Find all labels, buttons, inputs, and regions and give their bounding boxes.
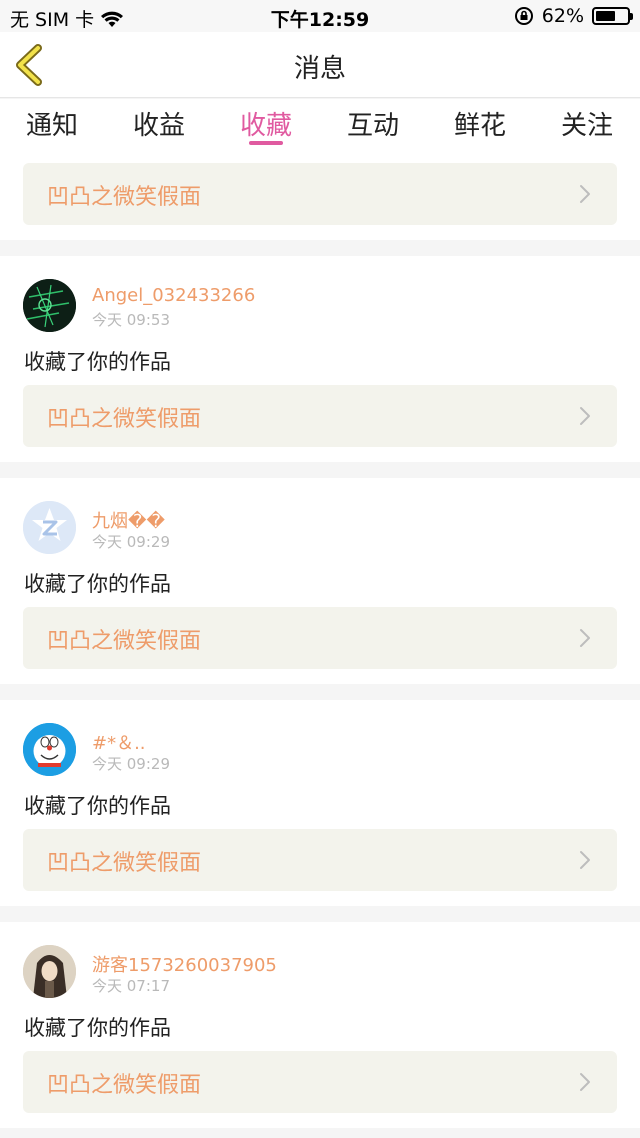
user-avatar[interactable]	[23, 501, 76, 554]
tab-notifications[interactable]: 通知	[12, 105, 92, 142]
tab-flowers[interactable]: 鲜花	[440, 105, 520, 142]
active-tab-indicator	[249, 141, 283, 145]
username[interactable]: #*＆..	[92, 729, 146, 755]
doraemon-avatar-icon	[23, 723, 76, 776]
list-item: #*＆.. 今天 09:29 收藏了你的作品 凹凸之微笑假面	[0, 700, 640, 906]
work-link[interactable]: 凹凸之微笑假面	[23, 385, 617, 447]
list-item: 游客1573260037905 今天 07:17 收藏了你的作品 凹凸之微笑假面	[0, 922, 640, 1128]
timestamp: 今天 09:53	[92, 311, 170, 329]
work-title: 凹凸之微笑假面	[47, 851, 202, 876]
navigation-bar: 消息	[0, 32, 640, 98]
list-item: 九烟�� 今天 09:29 收藏了你的作品 凹凸之微笑假面	[0, 478, 640, 684]
action-text: 收藏了你的作品	[24, 794, 171, 818]
work-title: 凹凸之微笑假面	[47, 1073, 202, 1098]
battery-icon	[592, 7, 633, 25]
battery-percent: 62%	[541, 5, 584, 27]
work-link[interactable]: 凹凸之微笑假面	[23, 163, 617, 225]
work-title: 凹凸之微笑假面	[47, 407, 202, 432]
timestamp: 今天 09:29	[92, 533, 170, 551]
chevron-right-icon	[580, 851, 590, 869]
user-avatar[interactable]	[23, 723, 76, 776]
tab-following[interactable]: 关注	[547, 105, 627, 142]
work-link[interactable]: 凹凸之微笑假面	[23, 829, 617, 891]
page-title: 消息	[293, 54, 346, 84]
chevron-right-icon	[580, 1073, 590, 1091]
battery-fill	[596, 11, 615, 21]
user-avatar[interactable]	[23, 945, 76, 998]
tab-favorites[interactable]: 收藏	[226, 105, 306, 142]
list-item: 凹凸之微笑假面	[0, 156, 640, 240]
tab-bar: 通知 收益 收藏 互动 鲜花 关注	[0, 99, 640, 156]
tab-interactions[interactable]: 互动	[333, 105, 413, 142]
default-z-avatar-icon	[23, 501, 76, 554]
username[interactable]: Angel_032433266	[92, 285, 255, 306]
timestamp: 今天 09:29	[92, 755, 170, 773]
anime-character-avatar-icon	[23, 945, 76, 998]
action-text: 收藏了你的作品	[24, 572, 171, 596]
work-link[interactable]: 凹凸之微笑假面	[23, 1051, 617, 1113]
work-link[interactable]: 凹凸之微笑假面	[23, 607, 617, 669]
dark-green-avatar-icon	[23, 279, 76, 332]
username[interactable]: 游客1573260037905	[92, 951, 277, 977]
action-text: 收藏了你的作品	[24, 350, 171, 374]
user-avatar[interactable]	[23, 279, 76, 332]
battery-group: 62%	[514, 5, 633, 27]
chevron-right-icon	[580, 629, 590, 647]
list-item: Angel_032433266 今天 09:53 收藏了你的作品 凹凸之微笑假面	[0, 256, 640, 462]
action-text: 收藏了你的作品	[24, 1016, 171, 1040]
chevron-right-icon	[580, 407, 590, 425]
timestamp: 今天 07:17	[92, 977, 170, 995]
username[interactable]: 九烟��	[92, 507, 165, 533]
work-title: 凹凸之微笑假面	[47, 629, 202, 654]
status-bar: 无 SIM 卡 下午12:59 62%	[0, 0, 640, 32]
work-title: 凹凸之微笑假面	[47, 185, 202, 210]
rotation-lock-icon	[514, 7, 533, 25]
tab-earnings[interactable]: 收益	[119, 105, 199, 142]
chevron-right-icon	[580, 185, 590, 203]
